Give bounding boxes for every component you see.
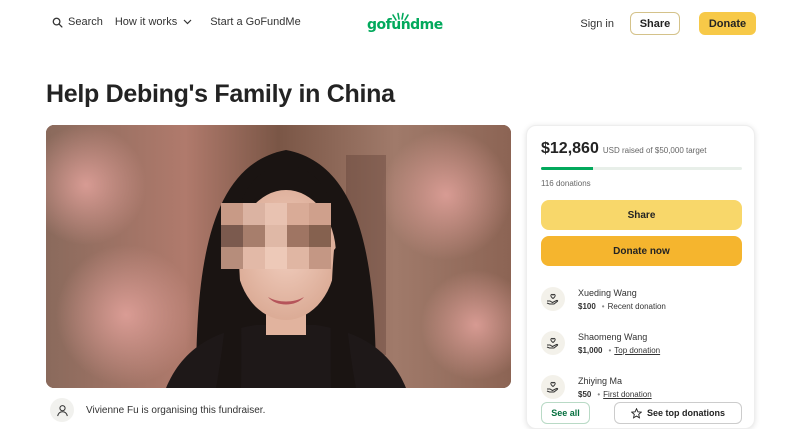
- search-link[interactable]: Search: [52, 16, 103, 28]
- start-gofundme-label: Start a GoFundMe: [210, 16, 301, 28]
- progress-bar-fill: [541, 167, 593, 170]
- donor-name: Xueding Wang: [578, 287, 637, 298]
- how-it-works-label: How it works: [114, 16, 178, 28]
- organiser-text: Vivienne Fu is organising this fundraise…: [86, 404, 266, 416]
- campaign-hero-image: [46, 125, 511, 388]
- sign-in-link[interactable]: Sign in: [580, 18, 614, 30]
- see-top-donations-button[interactable]: See top donations: [614, 402, 742, 424]
- donor-meta: $50 • First donation: [578, 390, 652, 399]
- separator-dot: •: [601, 301, 605, 311]
- see-top-donations-label: See top donations: [646, 408, 725, 418]
- organiser-avatar: [50, 398, 74, 422]
- donation-hand-icon: [541, 287, 565, 311]
- see-all-button[interactable]: See all: [541, 402, 590, 424]
- organiser-info: Vivienne Fu is organising this fundraise…: [50, 398, 265, 422]
- donation-count: 116 donations: [541, 179, 591, 188]
- first-donation-link[interactable]: First donation: [603, 390, 651, 399]
- amount-raised: $12,860: [541, 140, 599, 157]
- donor-details: Xueding Wang $100 • Recent donation: [578, 288, 666, 311]
- header-nav-right: Sign in Share Donate: [580, 12, 756, 35]
- search-icon: [52, 17, 63, 28]
- user-icon: [56, 404, 68, 416]
- raised-summary: $12,860 USD raised of $50,000 target: [541, 140, 706, 158]
- separator-dot: •: [608, 345, 612, 355]
- donor-list: Xueding Wang $100 • Recent donation Shao…: [541, 277, 742, 409]
- donor-name: Shaomeng Wang: [578, 331, 648, 342]
- separator-dot: •: [597, 389, 601, 399]
- start-gofundme-link[interactable]: Start a GoFundMe: [210, 16, 301, 28]
- donor-meta: $1,000 • Top donation: [578, 346, 660, 355]
- donor-amount: $100: [578, 301, 596, 311]
- donation-hand-icon: [541, 375, 565, 399]
- header-donate-button[interactable]: Donate: [699, 12, 756, 35]
- donor-details: Shaomeng Wang $1,000 • Top donation: [578, 332, 660, 355]
- gofundme-logo[interactable]: gofundme: [367, 12, 443, 36]
- logo-text: gofundme: [367, 17, 443, 33]
- donor-name: Zhiying Ma: [578, 375, 623, 386]
- share-button[interactable]: Share: [541, 200, 742, 230]
- header-share-button[interactable]: Share: [630, 12, 680, 35]
- site-header: Search How it works Start a GoFundMe gof…: [0, 0, 800, 48]
- donor-amount: $1,000: [578, 345, 603, 355]
- star-icon: [630, 407, 642, 419]
- search-label: Search: [68, 16, 103, 28]
- target-text: USD raised of $50,000 target: [602, 146, 707, 155]
- header-nav-left: Search How it works Start a GoFundMe: [52, 16, 301, 28]
- donor-tag: Recent donation: [607, 301, 666, 311]
- donor-amount: $50: [578, 389, 592, 399]
- top-donation-link[interactable]: Top donation: [614, 346, 660, 355]
- donation-card: $12,860 USD raised of $50,000 target 116…: [526, 125, 755, 429]
- donation-hand-icon: [541, 331, 565, 355]
- page-title: Help Debing's Family in China: [46, 80, 395, 108]
- donor-item: Shaomeng Wang $1,000 • Top donation: [541, 321, 742, 365]
- donate-now-button[interactable]: Donate now: [541, 236, 742, 266]
- donor-details: Zhiying Ma $50 • First donation: [578, 376, 652, 399]
- progress-bar: [541, 167, 742, 170]
- chevron-down-icon: [183, 19, 192, 25]
- donor-meta: $100 • Recent donation: [578, 302, 666, 311]
- how-it-works-menu[interactable]: How it works: [115, 16, 192, 28]
- donor-item: Xueding Wang $100 • Recent donation: [541, 277, 742, 321]
